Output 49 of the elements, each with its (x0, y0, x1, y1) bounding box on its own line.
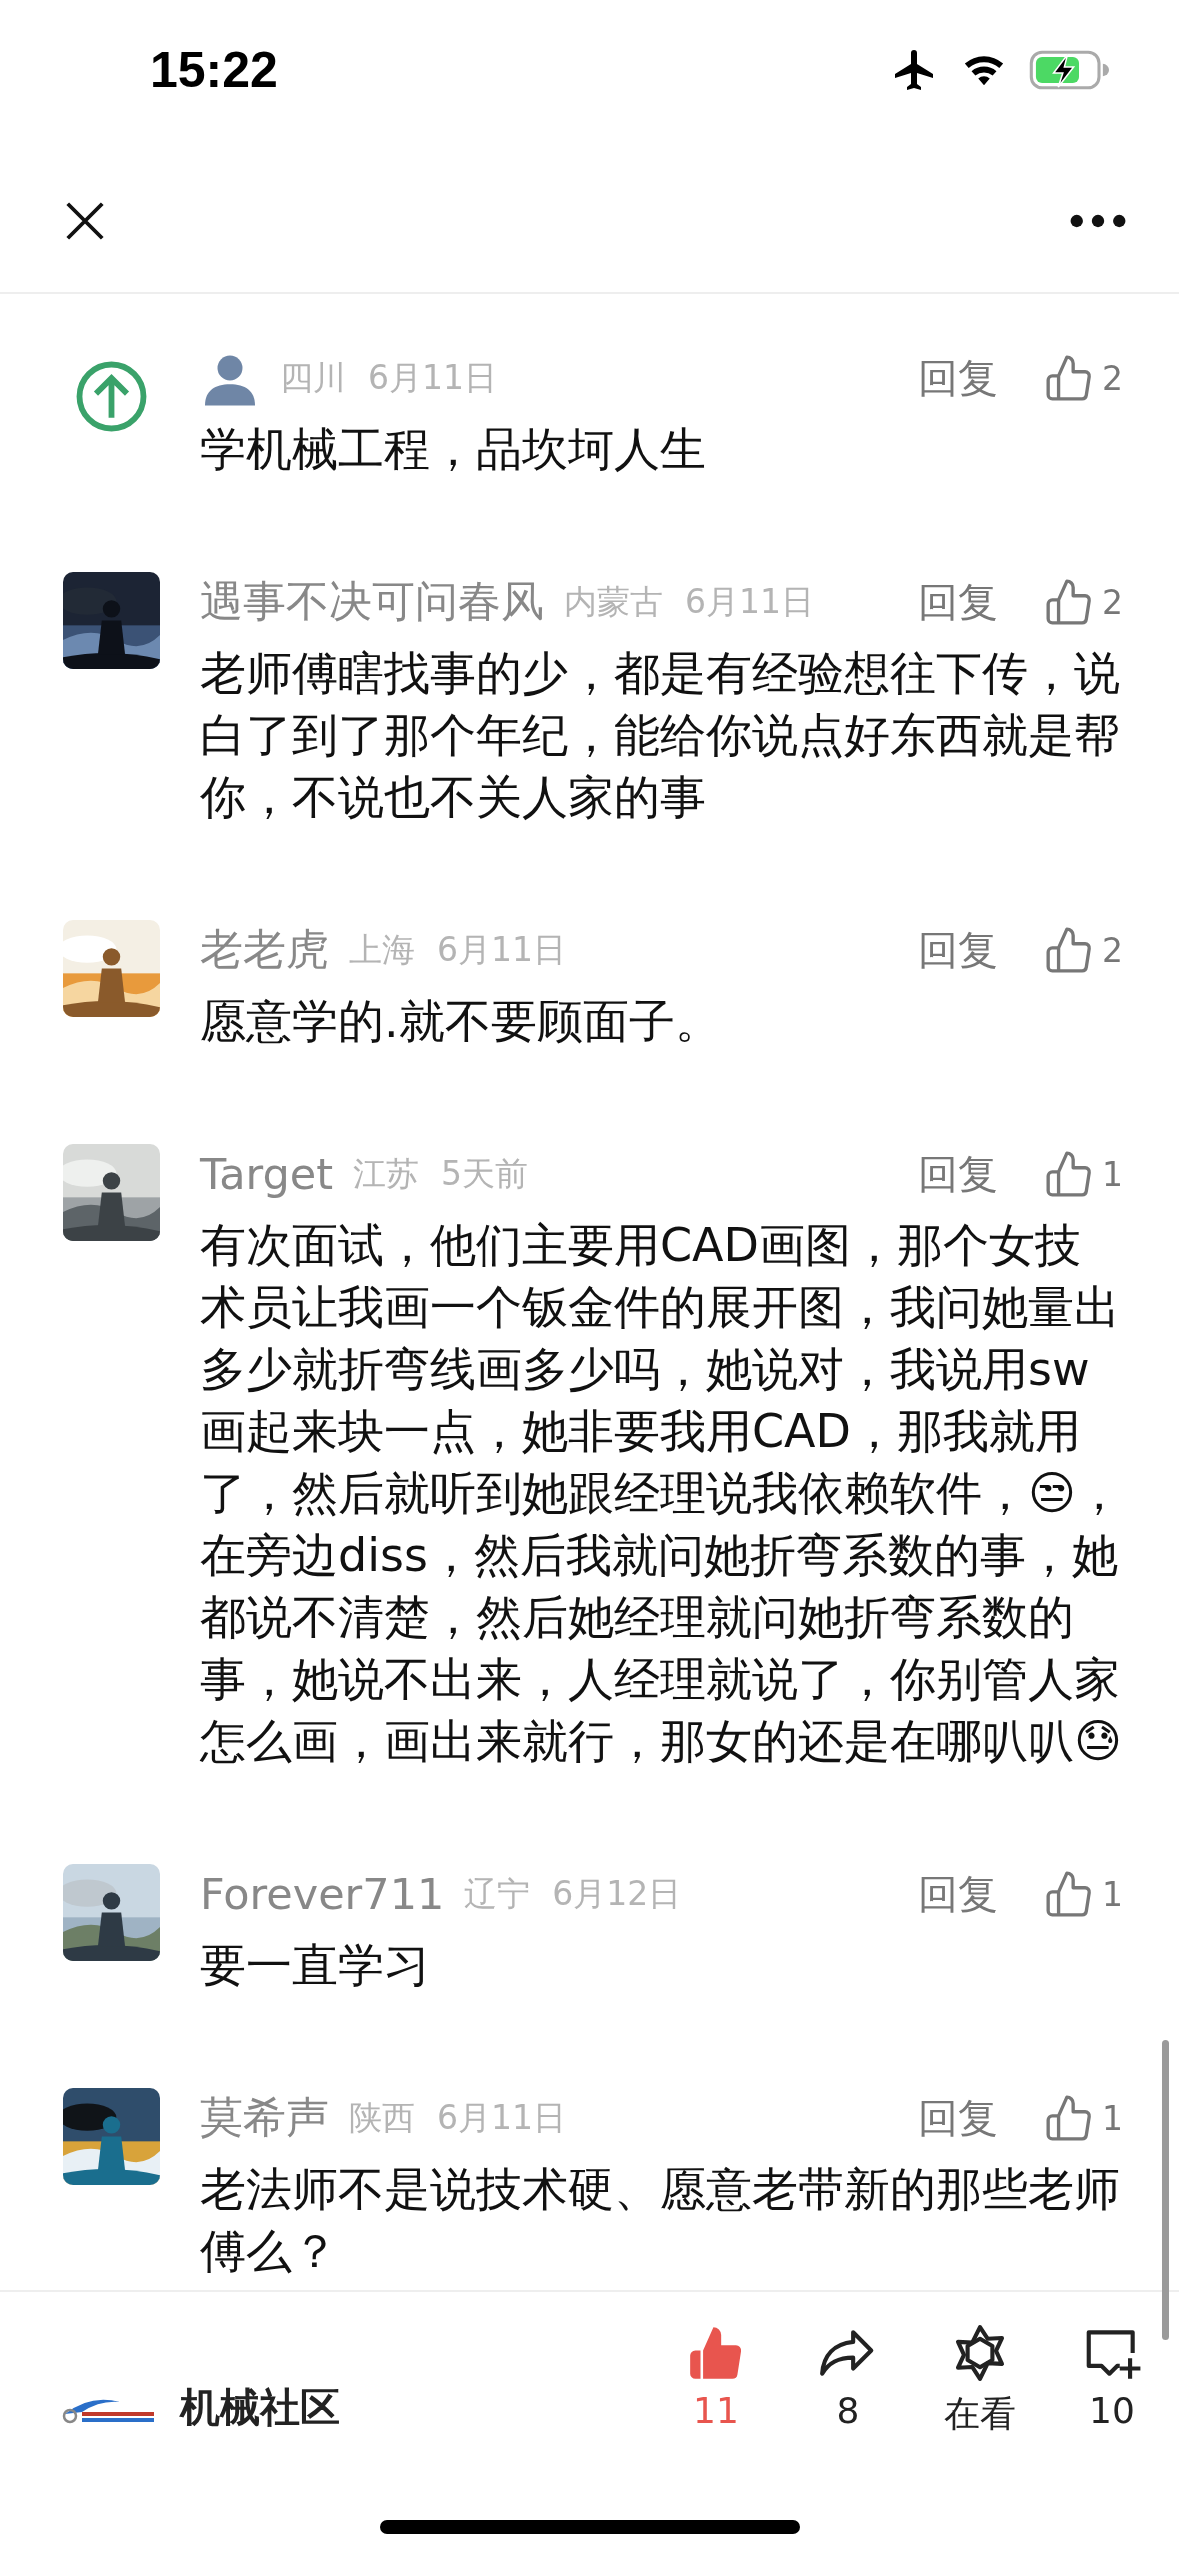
account-name[interactable]: 机械社区 (180, 2380, 340, 2435)
user-name[interactable]: 老老虎 (200, 921, 329, 979)
action-button[interactable]: 8 (801, 2322, 895, 2439)
comment-date: 6月12日 (552, 1872, 682, 1915)
comment-date: 6月11日 (685, 580, 814, 623)
like-count: 2 (1102, 358, 1123, 398)
user-region: 上海 (349, 928, 415, 971)
thumbs-up-icon[interactable] (1044, 353, 1094, 403)
comment-text: 老法师不是说技术硬、愿意老带新的那些老师傅么？ (200, 2161, 1121, 2280)
action-button[interactable]: 10 (1065, 2322, 1159, 2439)
reply-link[interactable]: 回复 (918, 922, 998, 978)
thumbs-up-icon[interactable] (1044, 577, 1094, 627)
user-region: 江苏 (353, 1152, 420, 1195)
thumbs-up-icon[interactable] (1044, 1149, 1094, 1199)
clock-time: 15:22 (150, 41, 278, 99)
comment-date: 6月11日 (437, 2096, 566, 2139)
more-icon[interactable] (1069, 213, 1127, 229)
comment-text: 愿意学的.就不要顾面子。 (200, 993, 722, 1050)
user-name[interactable]: 莫希声 (200, 2089, 329, 2147)
user-name[interactable]: Target (200, 1149, 334, 1199)
reply-link[interactable]: 回复 (918, 350, 998, 406)
action-button[interactable]: 11 (669, 2322, 763, 2439)
user-region: 辽宁 (464, 1872, 531, 1915)
like-count: 1 (1102, 1874, 1123, 1914)
comment-text: 有次面试，他们主要用CAD画图，那个女技术员让我画一个钣金件的展开图，我问她量出多少就折弯线画多少吗，她说对，我说用sw画起来块一点，她非要我用CAD，那我就用了，然后就听到她跟经理说我依赖软件，😒，在旁边diss，然后我就问她折弯系数的事，她都说不清楚，然后她经理就问她折弯系数的事，她说不出来，人经理就说了，你别管人家怎么画，画出来就行，那女的还是在哪叭叭😓 (200, 1217, 1123, 1770)
comment-text: 老师傅瞎找事的少，都是有经验想往下传，说白了到了那个年纪，能给你说点好东西就是帮你，不说也不关人家的事 (200, 645, 1121, 826)
comment-text: 要一直学习 (200, 1937, 431, 1994)
user-region: 四川 (280, 356, 346, 399)
user-region: 陕西 (349, 2096, 415, 2139)
user-region: 内蒙古 (564, 580, 663, 623)
like-count: 2 (1102, 582, 1123, 622)
reply-link[interactable]: 回复 (918, 1146, 998, 1202)
reply-link[interactable]: 回复 (918, 2090, 998, 2146)
user-name[interactable]: Forever711 (200, 1869, 445, 1919)
like-count: 1 (1102, 2098, 1123, 2138)
user-name[interactable]: 遇事不决可问春风 (200, 573, 544, 631)
like-count: 2 (1102, 930, 1123, 970)
action-button[interactable]: 在看 (933, 2322, 1027, 2439)
comment-date: 6月11日 (437, 928, 566, 971)
comment-text: 学机械工程，品坎坷人生 (200, 421, 707, 478)
reply-link[interactable]: 回复 (918, 1866, 998, 1922)
thumbs-up-icon[interactable] (1044, 2093, 1094, 2143)
comment-date: 6月11日 (368, 356, 497, 399)
reply-link[interactable]: 回复 (918, 574, 998, 630)
thumbs-up-icon[interactable] (1044, 1869, 1094, 1919)
thumbs-up-icon[interactable] (1044, 925, 1094, 975)
like-count: 1 (1102, 1154, 1123, 1194)
comment-date: 5天前 (441, 1152, 529, 1195)
battery-icon (1029, 50, 1109, 90)
